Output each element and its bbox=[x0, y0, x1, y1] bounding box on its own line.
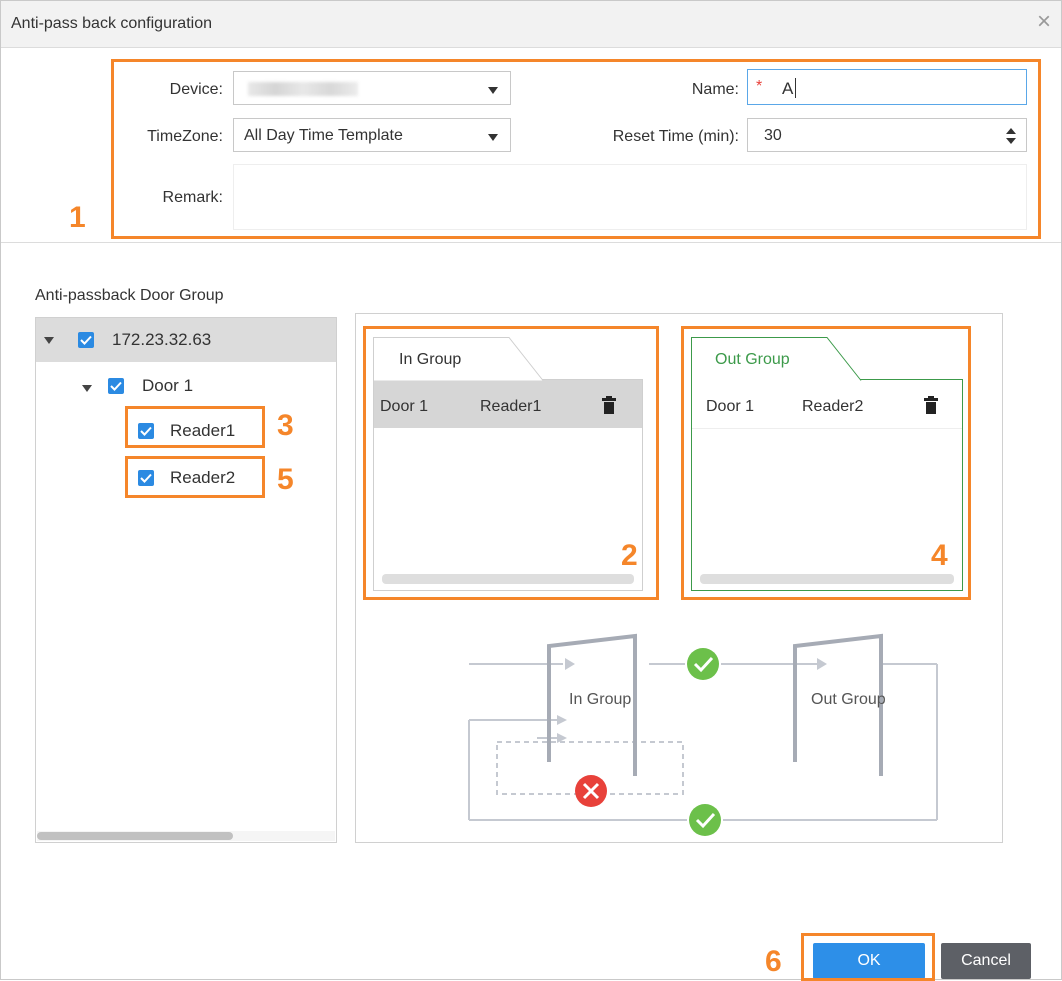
tree-scrollbar-thumb[interactable] bbox=[37, 832, 233, 840]
annotation-box-1 bbox=[111, 59, 1041, 239]
error-red-icon bbox=[575, 775, 607, 807]
door-checkbox[interactable] bbox=[108, 378, 124, 394]
root-label: 172.23.32.63 bbox=[112, 330, 212, 349]
annotation-box-5 bbox=[125, 456, 265, 498]
diagram-in-label: In Group bbox=[569, 691, 632, 708]
annotation-box-3 bbox=[125, 406, 265, 448]
annotation-5: 5 bbox=[277, 463, 294, 496]
annotation-3: 3 bbox=[277, 409, 294, 442]
diagram-out-label: Out Group bbox=[811, 691, 886, 708]
check-green-icon bbox=[687, 648, 719, 680]
close-icon[interactable]: × bbox=[1037, 10, 1051, 34]
expand-caret-icon[interactable] bbox=[44, 337, 54, 344]
annotation-4: 4 bbox=[931, 539, 948, 572]
cancel-button[interactable]: Cancel bbox=[941, 943, 1031, 979]
passage-diagram bbox=[468, 633, 938, 836]
door-label: Door 1 bbox=[142, 376, 194, 395]
annotation-1: 1 bbox=[69, 201, 86, 234]
root-checkbox[interactable] bbox=[78, 332, 94, 348]
tree-root-row[interactable]: 172.23.32.63 bbox=[36, 318, 336, 362]
expand-caret-icon[interactable] bbox=[82, 385, 92, 392]
annotation-box-4 bbox=[681, 326, 971, 600]
section-divider bbox=[1, 242, 1061, 243]
check-green-icon bbox=[689, 804, 721, 836]
anti-passback-dialog: Anti-pass back configuration × Device: T… bbox=[0, 0, 1062, 981]
annotation-box-2 bbox=[363, 326, 659, 600]
title-bar: Anti-pass back configuration × bbox=[1, 1, 1061, 48]
annotation-2: 2 bbox=[621, 539, 638, 572]
door-tree: 172.23.32.63 Door 1 Reader1 Reader2 bbox=[35, 317, 337, 843]
annotation-6: 6 bbox=[765, 945, 782, 978]
annotation-box-6 bbox=[801, 933, 935, 981]
door-group-title: Anti-passback Door Group bbox=[35, 287, 224, 304]
dialog-title: Anti-pass back configuration bbox=[11, 15, 212, 32]
